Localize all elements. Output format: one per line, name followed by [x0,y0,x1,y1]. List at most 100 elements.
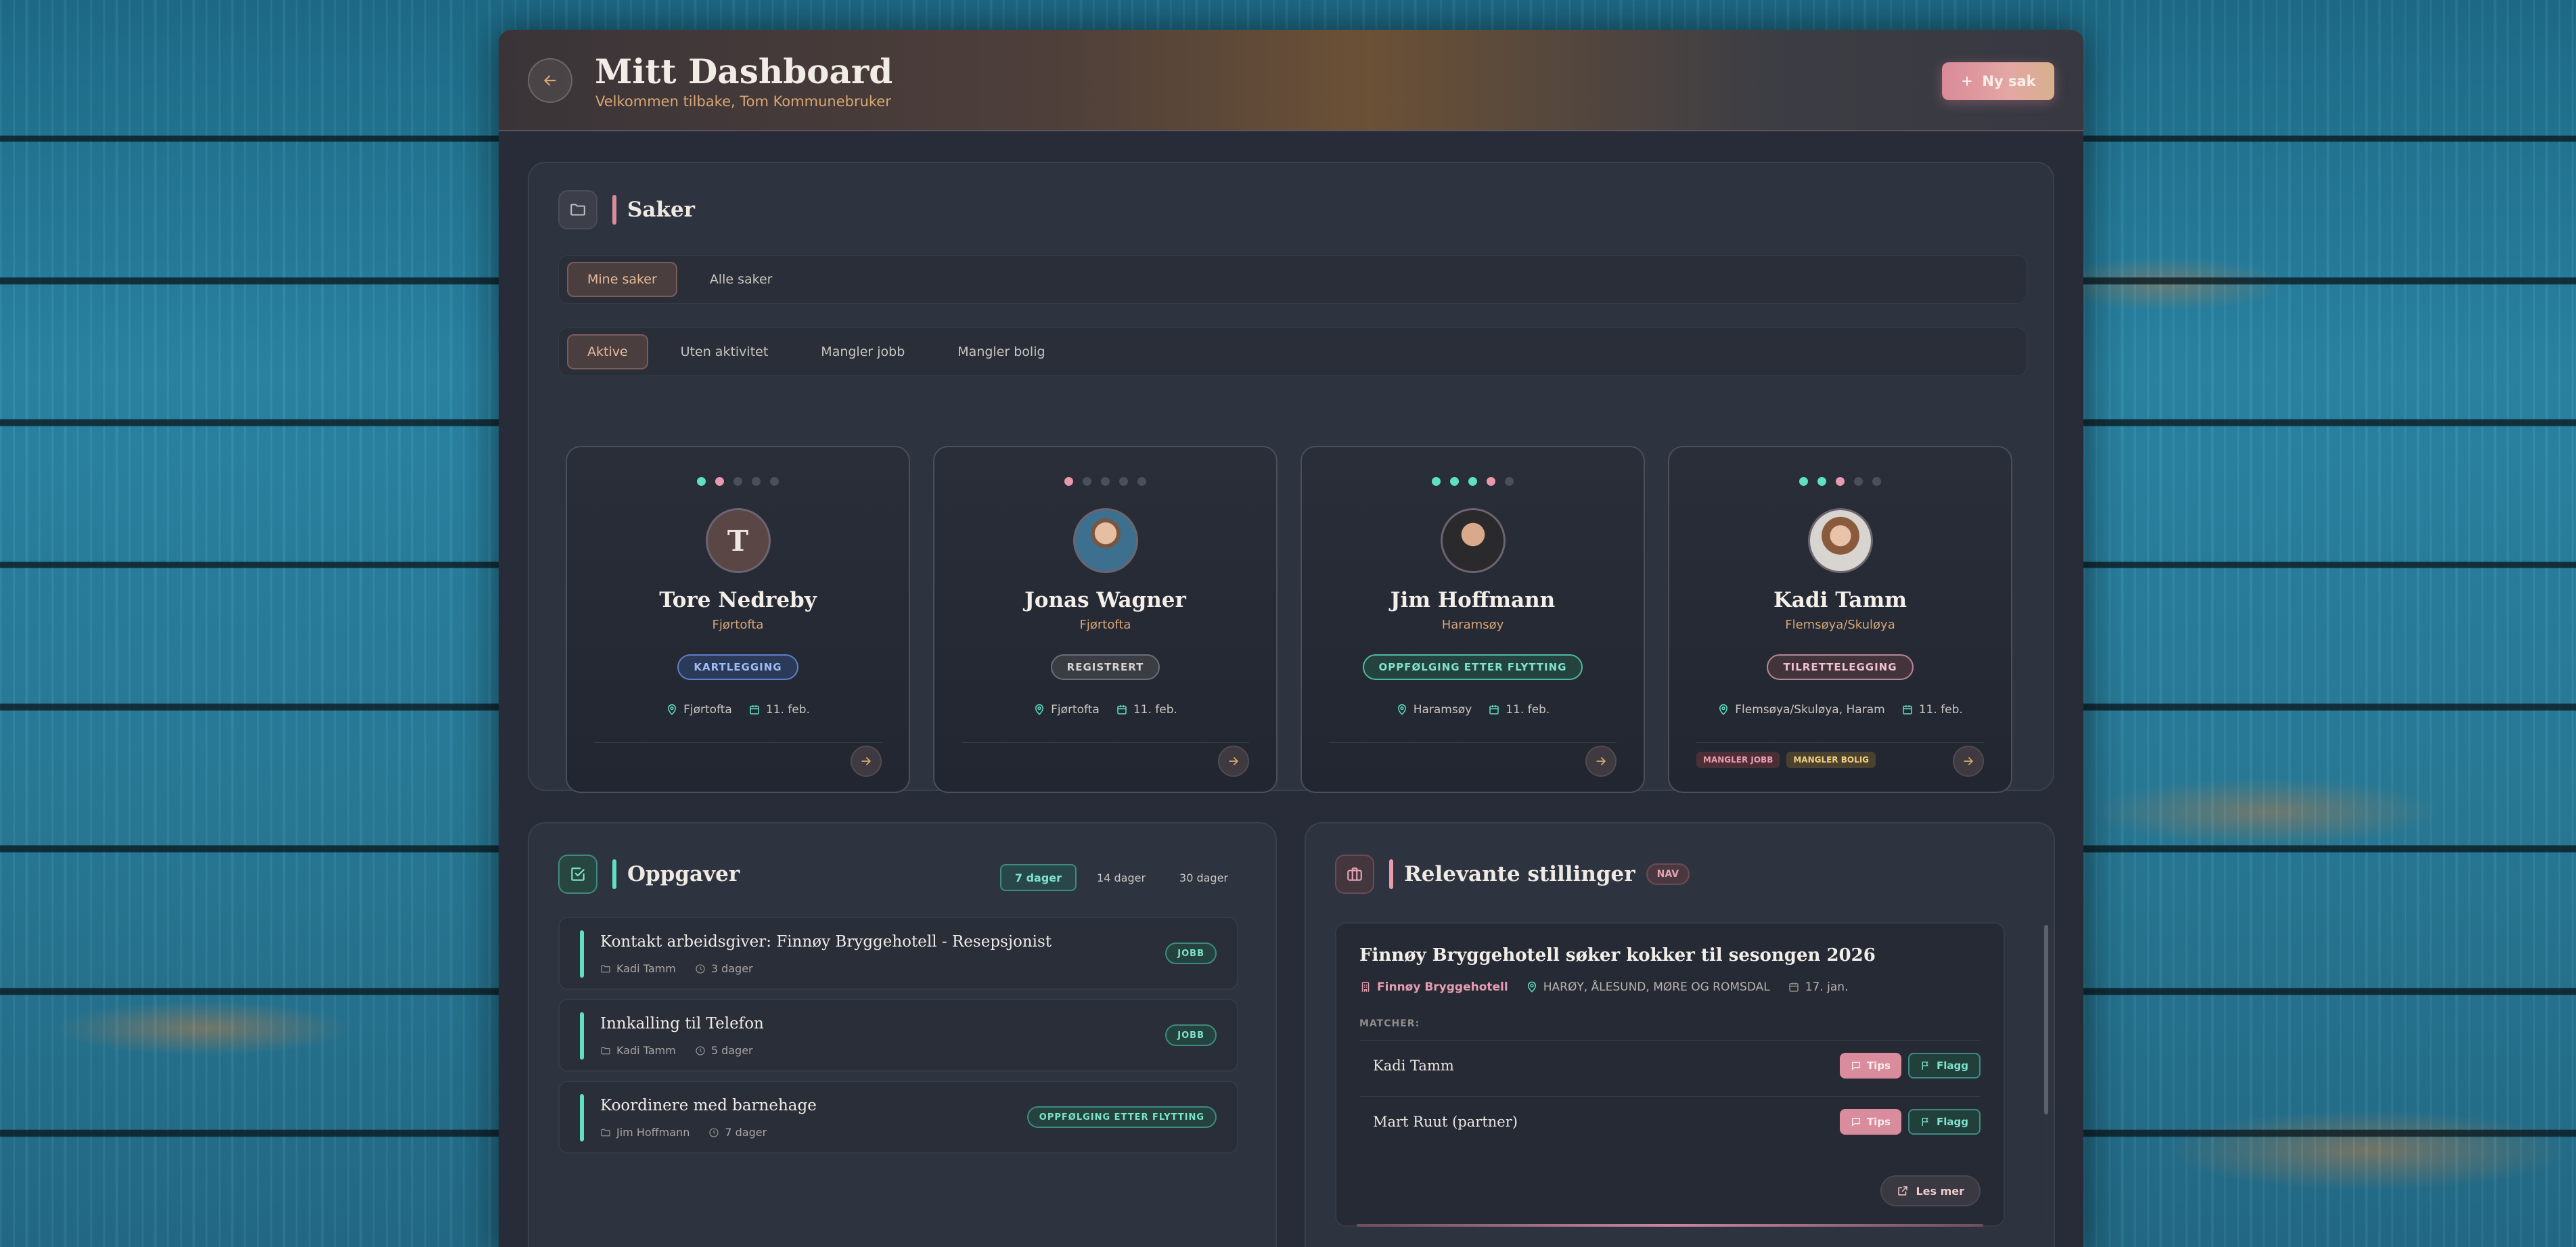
chat-icon [1851,1062,1860,1070]
cases-header: Saker [558,190,695,229]
map-pin-icon [1719,704,1728,715]
case-place: Fjørtofta [1079,618,1131,632]
case-place: Fjørtofta [712,618,764,632]
status-badge: OPPFØLGING ETTER FLYTTING [1362,654,1583,680]
tips-label: Tips [1866,1059,1891,1072]
flag-button[interactable]: Flagg [1908,1108,1981,1135]
open-case-button[interactable] [1585,746,1617,777]
accent-bar [612,859,616,889]
avatar [1072,508,1138,573]
section-title: Saker [627,198,696,222]
job-location: HARØY, ÅLESUND, MØRE OG ROMSDAL [1543,980,1770,994]
task-person: Kadi Tamm [616,1044,676,1057]
clock-icon [696,1045,705,1056]
case-tags: MANGLER JOBB MANGLER BOLIG [1696,752,1876,768]
progress-dots [1302,477,1644,486]
tab-mine-saker[interactable]: Mine saker [567,262,677,297]
tab-mangler-jobb[interactable]: Mangler jobb [800,334,925,369]
match-row: Mart Ruut (partner) Tips Flagg [1359,1096,1981,1146]
case-card[interactable]: Jonas Wagner Fjørtofta REGISTRERT Fjørto… [933,446,1278,793]
flag-button[interactable]: Flagg [1908,1052,1981,1079]
calendar-icon [1117,705,1127,715]
avatar [1440,508,1506,573]
map-pin-icon [1035,704,1044,715]
task-tag: OPPFØLGING ETTER FLYTTING [1026,1106,1217,1128]
range-filter: 7 dager 14 dager 30 dager [999,864,1242,891]
case-location: Fjørtofta [683,703,732,717]
job-employer: Finnøy Bryggehotell [1377,980,1508,994]
page-header: Mitt Dashboard Velkommen tilbake, Tom Ko… [499,30,2083,131]
clock-icon [709,1127,719,1137]
range-30-days[interactable]: 30 dager [1166,864,1242,891]
tab-uten-aktivitet[interactable]: Uten aktivitet [660,334,789,369]
tips-label: Tips [1866,1115,1891,1128]
section-title: Oppgaver [627,862,740,886]
task-tag: JOBB [1165,943,1217,964]
jobs-header: Relevante stillinger NAV [1335,855,1690,894]
calendar-icon [750,705,759,715]
folder-icon [601,1129,610,1136]
task-due: 3 dager [710,962,753,975]
avatar [1807,508,1873,573]
case-location: Flemsøya/Skuløya, Haram [1735,703,1885,717]
task-due: 5 dager [710,1044,753,1057]
flag-label: Flagg [1937,1059,1968,1072]
folder-icon [601,1047,610,1054]
tab-mangler-bolig[interactable]: Mangler bolig [937,334,1065,369]
case-place: Flemsøya/Skuløya [1785,618,1895,632]
task-item[interactable]: Kontakt arbeidsgiver: Finnøy Bryggehotel… [558,917,1238,990]
cases-section: Saker Mine saker Alle saker Aktive Uten … [528,162,2054,793]
case-name: Kadi Tamm [1773,588,1907,612]
case-card[interactable]: Jim Hoffmann Haramsøy OPPFØLGING ETTER F… [1301,446,1645,793]
flag-label: Flagg [1937,1115,1968,1128]
page-title: Mitt Dashboard [595,51,893,91]
range-14-days[interactable]: 14 dager [1083,864,1159,891]
open-case-button[interactable] [851,746,882,777]
match-row: Kadi Tamm Tips Flagg [1359,1040,1981,1090]
folder-icon [601,965,610,972]
flag-icon [1922,1117,1928,1126]
briefcase-icon [1335,855,1374,894]
tasks-section: Oppgaver 7 dager 14 dager 30 dager Konta… [528,822,1277,1247]
arrow-right-icon [1229,757,1239,765]
back-button[interactable] [528,58,572,103]
task-item[interactable]: Innkalling til Telefon Kadi Tamm 5 dager… [558,999,1238,1072]
map-pin-icon [1527,981,1536,993]
task-person: Kadi Tamm [616,962,676,975]
task-person: Jim Hoffmann [616,1126,690,1139]
filter-tabs: Aktive Uten aktivitet Mangler jobb Mangl… [558,327,2027,376]
task-item[interactable]: Koordinere med barnehage Jim Hoffmann 7 … [558,1081,1238,1154]
progress-dots [1669,477,2011,486]
new-case-button[interactable]: Ny sak [1942,62,2054,100]
task-title: Kontakt arbeidsgiver: Finnøy Bryggehotel… [600,933,1052,951]
plus-icon [1962,76,1972,86]
tab-alle-saker[interactable]: Alle saker [690,262,793,297]
case-card[interactable]: T Tore Nedreby Fjørtofta KARTLEGGING Fjø… [566,446,910,793]
case-card[interactable]: Kadi Tamm Flemsøya/Skuløya TILRETTELEGGI… [1668,446,2012,793]
progress-dots [567,477,909,486]
tab-aktive[interactable]: Aktive [567,334,648,369]
chat-icon [1851,1118,1860,1127]
status-badge: TILRETTELEGGING [1767,654,1914,680]
tasks-header: Oppgaver [558,855,740,894]
task-title: Innkalling til Telefon [600,1015,764,1033]
open-case-button[interactable] [1218,746,1249,777]
read-more-button[interactable]: Les mer [1880,1175,1981,1206]
case-place: Haramsøy [1441,618,1504,632]
new-case-label: Ny sak [1982,73,2036,89]
case-name: Tore Nedreby [659,588,817,612]
task-tag: JOBB [1165,1024,1217,1046]
range-7-days[interactable]: 7 dager [999,864,1077,891]
scrollbar[interactable] [2044,925,2048,1223]
open-case-button[interactable] [1953,746,1984,777]
arrow-left-icon [543,75,556,86]
job-title: Finnøy Bryggehotell søker kokker til ses… [1359,945,1876,966]
tips-button[interactable]: Tips [1839,1052,1901,1079]
job-card[interactable]: Finnøy Bryggehotell søker kokker til ses… [1335,922,2005,1227]
arrow-right-icon [1964,757,1974,765]
scrollbar-thumb[interactable] [2044,925,2048,1114]
case-name: Jonas Wagner [1024,588,1186,612]
tag-mangler-jobb: MANGLER JOBB [1696,752,1780,768]
section-title: Relevante stillinger [1404,862,1635,886]
tips-button[interactable]: Tips [1839,1108,1901,1135]
